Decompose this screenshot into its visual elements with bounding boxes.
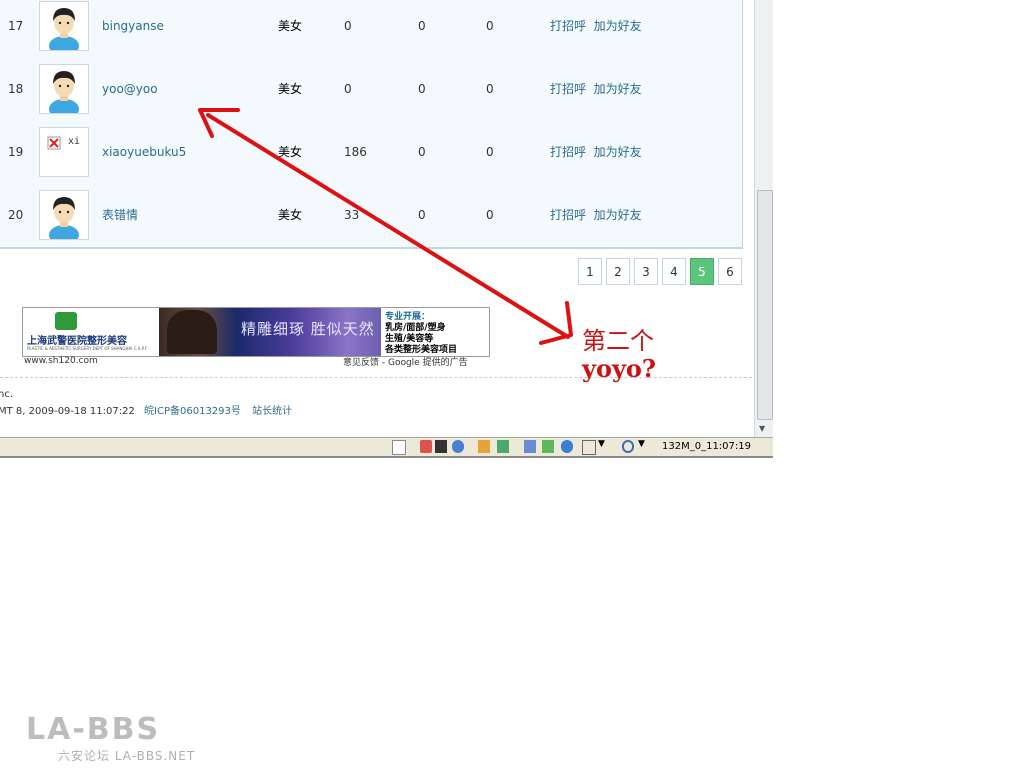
annotation-text: 第二个 yoyo? [582,327,656,383]
annotation-line-1: 第二个 [582,327,654,355]
watermark-logo: LA-BBS [26,712,161,747]
watermark-caption: 六安论坛 LA-BBS.NET [58,749,196,763]
annotation-arrow [198,108,573,345]
watermark: LA-BBS 六安论坛 LA-BBS.NET [26,713,195,764]
annotation-line-2: yoyo? [582,354,656,383]
